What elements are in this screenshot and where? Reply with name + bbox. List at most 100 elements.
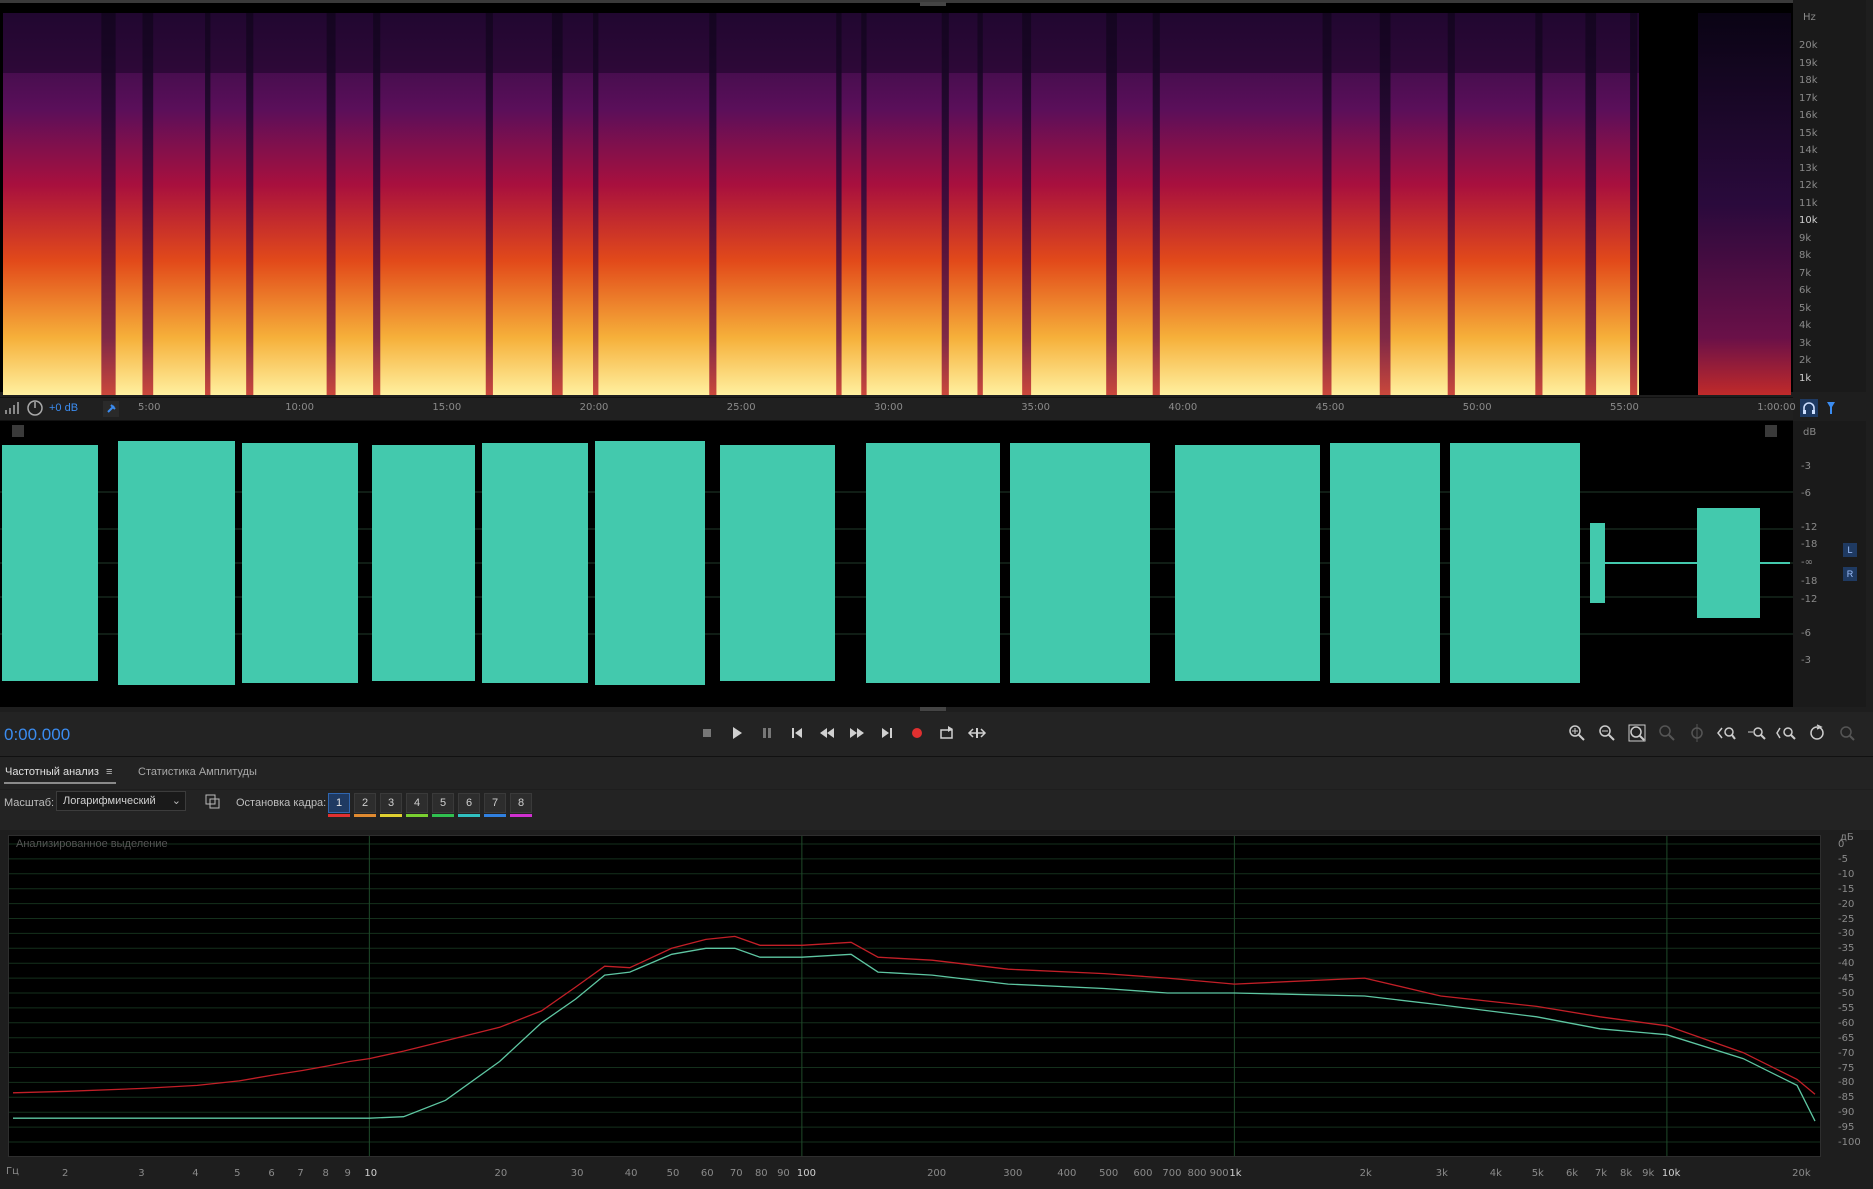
pause-button[interactable] [756,722,778,744]
series-red-line [12,935,1816,1095]
waveform-segment [118,441,235,685]
zoom-in-amplitude-icon[interactable] [1565,722,1589,744]
fade-out-handle[interactable] [1765,425,1777,437]
scale-dropdown[interactable]: Логарифмический ⌄ [56,791,186,811]
rewind-button[interactable] [816,722,838,744]
waveform-axis-label: -12 [1801,522,1818,533]
analyzed-selection-label: Анализированное выделение [16,838,168,850]
go-to-end-button[interactable] [876,722,898,744]
stop-button[interactable] [696,722,718,744]
waveform-segment [372,445,475,681]
waveform-canvas[interactable] [0,421,1793,707]
freeze-frame-button[interactable]: 5 [432,793,454,813]
waveform-segment [2,445,98,681]
frequency-grid [9,836,1820,1156]
hz-axis-label: 6k [1565,1168,1579,1179]
waveform-segment [595,441,705,685]
spectrogram-tail [1698,13,1791,395]
db-axis-label: -55 [1838,1002,1855,1014]
freeze-frame-color [328,814,350,817]
db-axis-label: -100 [1838,1137,1861,1148]
active-tab-underline [4,782,116,784]
copy-frames-icon[interactable] [204,793,220,809]
spectrogram-canvas[interactable] [3,13,1791,395]
channel-left-toggle[interactable]: L [1843,543,1857,557]
hz-axis-label: 2 [62,1168,69,1179]
zoom-to-selection-icon[interactable] [1625,722,1649,744]
hz-axis-label: 700 [1162,1168,1182,1179]
headphones-icon[interactable] [1800,399,1818,417]
zoom-playhead-icon[interactable] [1685,722,1709,744]
waveform-segment [866,443,1000,683]
chevron-down-icon: ⌄ [171,795,181,807]
zoom-in-time-icon[interactable] [1745,722,1769,744]
waveform-resize-handle[interactable] [920,707,946,711]
db-axis-label: -95 [1838,1122,1855,1134]
waveform-db-axis: dB -3 -6 -12 -18 -∞ -18 -12 -6 -3 [1793,421,1866,707]
hz-axis-label: 60 [700,1168,714,1179]
freeze-frame-button[interactable]: 7 [484,793,506,813]
freeze-frame-button[interactable]: 4 [406,793,428,813]
fast-forward-button[interactable] [846,722,868,744]
hz-axis-label: 100 [796,1168,816,1179]
go-to-start-button[interactable] [786,722,808,744]
db-axis-label: -85 [1838,1092,1855,1104]
hz-axis-label: 6 [268,1168,275,1179]
db-axis-label: -35 [1838,943,1855,955]
db-axis: дБ 0 -5 -10 -15 -20 -25 -30 -35 -40 -45 -50 -55 -60 -6… [1822,830,1873,1160]
record-button[interactable] [906,722,928,744]
hz-axis-label: 7k [1594,1168,1608,1179]
waveform-segment [482,443,588,683]
hz-axis-label: 2k [1359,1168,1372,1179]
spectral-resize-handle[interactable] [920,2,946,6]
zoom-out-amplitude-icon[interactable] [1595,722,1619,744]
current-timecode[interactable]: 0:00.000 [4,725,70,745]
waveform-axis-label: -3 [1801,655,1811,666]
freeze-frame-color [354,814,376,817]
hz-axis-label: 8 [322,1168,329,1179]
spectral-axis-label: 11k [1799,197,1818,209]
frequency-plot [9,836,1820,1156]
tab-amplitude-statistics[interactable]: Статистика Амплитуды [138,766,257,778]
waveform-axis-label: -∞ [1801,557,1813,568]
freeze-frame-color [406,814,428,817]
tab-frequency-analysis[interactable]: Частотный анализ [5,766,99,778]
time-ruler-label: 20:00 [579,402,609,413]
freeze-frame-button[interactable]: 3 [380,793,402,813]
scale-label: Масштаб: [4,797,55,809]
db-axis-label: -90 [1838,1107,1855,1119]
play-button[interactable] [726,722,748,744]
spectral-display[interactable] [0,0,1793,395]
hz-axis-label: 800 [1187,1168,1207,1179]
db-axis-label: 0 [1838,839,1845,850]
spectral-axis-label: 8k [1799,250,1812,261]
spectral-axis-label: 18k [1799,75,1818,86]
zoom-full-icon[interactable] [1835,722,1859,744]
frequency-analysis-graph[interactable] [8,835,1821,1157]
channel-right-toggle[interactable]: R [1843,567,1857,581]
spectral-axis-label: 16k [1799,110,1818,121]
spectrogram-high-freq [3,13,1791,73]
hz-axis-label: 7 [297,1168,304,1179]
waveform-display[interactable] [0,421,1793,707]
waveform-axis-label: -12 [1801,594,1818,605]
freeze-frame-button[interactable]: 1 [328,793,350,813]
loop-button[interactable] [936,722,958,744]
tab-menu-icon[interactable]: ≡ [106,766,112,778]
freeze-frame-button[interactable]: 6 [458,793,480,813]
freeze-frame-button[interactable]: 2 [354,793,376,813]
skip-selection-button[interactable] [966,722,988,744]
freeze-frame-button[interactable]: 8 [510,793,532,813]
zoom-out-selection-icon[interactable] [1655,722,1679,744]
frequency-marker-icon[interactable] [1822,399,1840,417]
spectral-axis-label: 9k [1799,232,1812,244]
db-axis-label: -5 [1838,853,1848,865]
zoom-in-right-icon[interactable] [1775,722,1799,744]
waveform-segment [1175,445,1320,681]
zoom-in-left-icon[interactable] [1715,722,1739,744]
time-ruler[interactable]: +0 dB 5:00 10:00 15:00 20:00 25:00 30:00 35:00… [0,397,1796,421]
fade-in-handle[interactable] [12,425,24,437]
zoom-reset-icon[interactable] [1805,722,1829,744]
spectral-frequency-axis: Hz 20k 19k 18k 17k 16k 15k 14k 13k 12k 11k 10k 9k 8k 7… [1793,0,1866,392]
waveform-axis-label: -6 [1801,628,1811,639]
